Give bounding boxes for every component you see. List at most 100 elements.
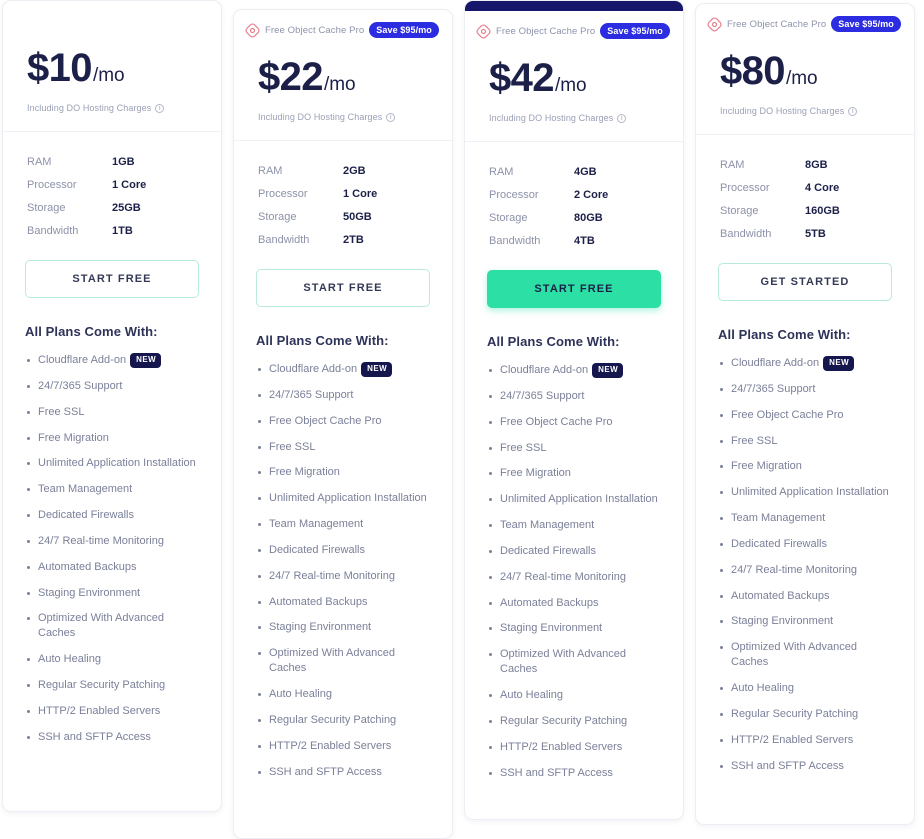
feature-item: 24/7 Real-time Monitoring [718, 563, 892, 578]
price-period: /mo [323, 74, 356, 95]
feature-item: Regular Security Patching [25, 678, 199, 693]
feature-item: Free Object Cache Pro [718, 408, 892, 423]
cta-button-plan-80[interactable]: GET STARTED [718, 263, 892, 301]
object-cache-pro-badge-row: Free Object Cache Pro Save $95/mo [696, 4, 914, 34]
recommended-accent-bar [465, 1, 683, 11]
price-note: Including DO Hosting Charges i [27, 103, 197, 131]
feature-item: Dedicated Firewalls [487, 544, 661, 559]
pricing-card-plan-42: Free Object Cache Pro Save $95/mo $42/mo In… [464, 0, 684, 820]
feature-label: Free Migration [38, 431, 109, 444]
feature-label: SSH and SFTP Access [38, 730, 151, 743]
feature-item: Unlimited Application Installation [25, 456, 199, 471]
object-cache-pro-label: Free Object Cache Pro [265, 24, 365, 36]
feature-item: Staging Environment [487, 621, 661, 636]
spec-table: RAM 4GB Processor 2 Core Storage 80GB Bandwidt… [465, 142, 683, 258]
spec-row: Storage 25GB [27, 202, 197, 225]
features-section: All Plans Come With: Cloudflare Add-on NEW… [465, 308, 683, 780]
feature-label: SSH and SFTP Access [731, 759, 844, 772]
price: $80/mo [720, 50, 890, 92]
feature-label: Unlimited Application Installation [38, 457, 196, 470]
save-badge: Save $95/mo [369, 22, 439, 38]
cta-button-plan-10[interactable]: START FREE [25, 260, 199, 298]
feature-item: 24/7/365 Support [256, 388, 430, 403]
features-section: All Plans Come With: Cloudflare Add-on NEW… [696, 301, 914, 773]
feature-item: SSH and SFTP Access [487, 766, 661, 781]
spec-row: Processor 1 Core [258, 188, 428, 211]
spec-row: Storage 160GB [720, 205, 890, 228]
spec-value: 80GB [574, 212, 603, 224]
new-badge: NEW [592, 363, 624, 378]
feature-item: Dedicated Firewalls [25, 508, 199, 523]
feature-item: Free SSL [25, 405, 199, 420]
price-amount: $42 [489, 56, 555, 100]
info-icon[interactable]: i [155, 103, 165, 113]
feature-label: Staging Environment [269, 621, 372, 634]
spec-table: RAM 8GB Processor 4 Core Storage 160GB Bandwid… [696, 135, 914, 251]
price: $10/mo [27, 47, 197, 89]
new-badge: NEW [130, 353, 162, 368]
price-note: Including DO Hosting Charges i [720, 106, 890, 134]
feature-label: 24/7/365 Support [500, 389, 585, 402]
features-title: All Plans Come With: [487, 334, 620, 349]
feature-label: HTTP/2 Enabled Servers [731, 733, 854, 746]
cta-button-plan-42[interactable]: START FREE [487, 270, 661, 308]
spec-row: Processor 4 Core [720, 182, 890, 205]
feature-item: Unlimited Application Installation [256, 491, 430, 506]
feature-label: Team Management [269, 518, 364, 531]
feature-item: 24/7 Real-time Monitoring [256, 569, 430, 584]
feature-label: Automated Backups [500, 596, 599, 609]
spec-row: RAM 4GB [489, 166, 659, 189]
feature-label: Staging Environment [731, 615, 834, 628]
price-period: /mo [92, 65, 125, 86]
info-icon[interactable]: i [617, 113, 627, 123]
cta-wrap: START FREE [465, 258, 683, 308]
feature-label: Team Management [731, 512, 826, 525]
info-icon[interactable]: i [848, 106, 858, 116]
price-block: $10/mo Including DO Hosting Charges i [3, 31, 221, 131]
spec-row: RAM 1GB [27, 156, 197, 179]
spec-value: 4GB [574, 166, 597, 178]
spec-value: 50GB [343, 211, 372, 223]
feature-item: Unlimited Application Installation [718, 485, 892, 500]
spec-value: 1 Core [112, 179, 147, 191]
feature-item: Free SSL [718, 434, 892, 449]
feature-item: Auto Healing [487, 688, 661, 703]
spec-key: Bandwidth [27, 225, 79, 237]
spec-key: Bandwidth [489, 235, 541, 247]
feature-item: Staging Environment [718, 614, 892, 629]
spec-key: Storage [489, 212, 528, 224]
object-cache-pro-badge-row: Free Object Cache Pro Save $95/mo [234, 10, 452, 40]
feature-label: Staging Environment [38, 586, 141, 599]
info-icon[interactable]: i [386, 112, 396, 122]
feature-item: Automated Backups [25, 560, 199, 575]
feature-item: 24/7 Real-time Monitoring [487, 570, 661, 585]
price-block: $42/mo Including DO Hosting Charges i [465, 41, 683, 141]
feature-item: Free Migration [718, 459, 892, 474]
spec-row: Processor 1 Core [27, 179, 197, 202]
price-block: $22/mo Including DO Hosting Charges i [234, 40, 452, 140]
feature-item: 24/7/365 Support [718, 382, 892, 397]
feature-item: Cloudflare Add-on NEW [718, 356, 892, 371]
spec-row: Storage 50GB [258, 211, 428, 234]
feature-item: Optimized With Advanced Caches [718, 640, 892, 670]
spec-key: RAM [258, 165, 283, 177]
feature-item: Free Object Cache Pro [256, 414, 430, 429]
feature-item: Team Management [487, 518, 661, 533]
feature-item: Team Management [25, 482, 199, 497]
feature-item: Auto Healing [25, 652, 199, 667]
cta-button-plan-22[interactable]: START FREE [256, 269, 430, 307]
feature-item: Dedicated Firewalls [718, 537, 892, 552]
spec-row: Bandwidth 4TB [489, 235, 659, 258]
new-badge: NEW [361, 362, 393, 377]
pricing-page: $10/mo Including DO Hosting Charges i RAM 1G… [0, 0, 924, 839]
feature-label: SSH and SFTP Access [269, 765, 382, 778]
feature-item: 24/7/365 Support [487, 389, 661, 404]
price-amount: $10 [27, 46, 93, 90]
feature-label: 24/7/365 Support [731, 382, 816, 395]
feature-label: Auto Healing [38, 653, 101, 666]
feature-label: Regular Security Patching [38, 678, 166, 691]
feature-item: HTTP/2 Enabled Servers [256, 739, 430, 754]
feature-item: Cloudflare Add-on NEW [487, 363, 661, 378]
spec-key: Processor [258, 188, 308, 200]
price: $42/mo [489, 57, 659, 99]
